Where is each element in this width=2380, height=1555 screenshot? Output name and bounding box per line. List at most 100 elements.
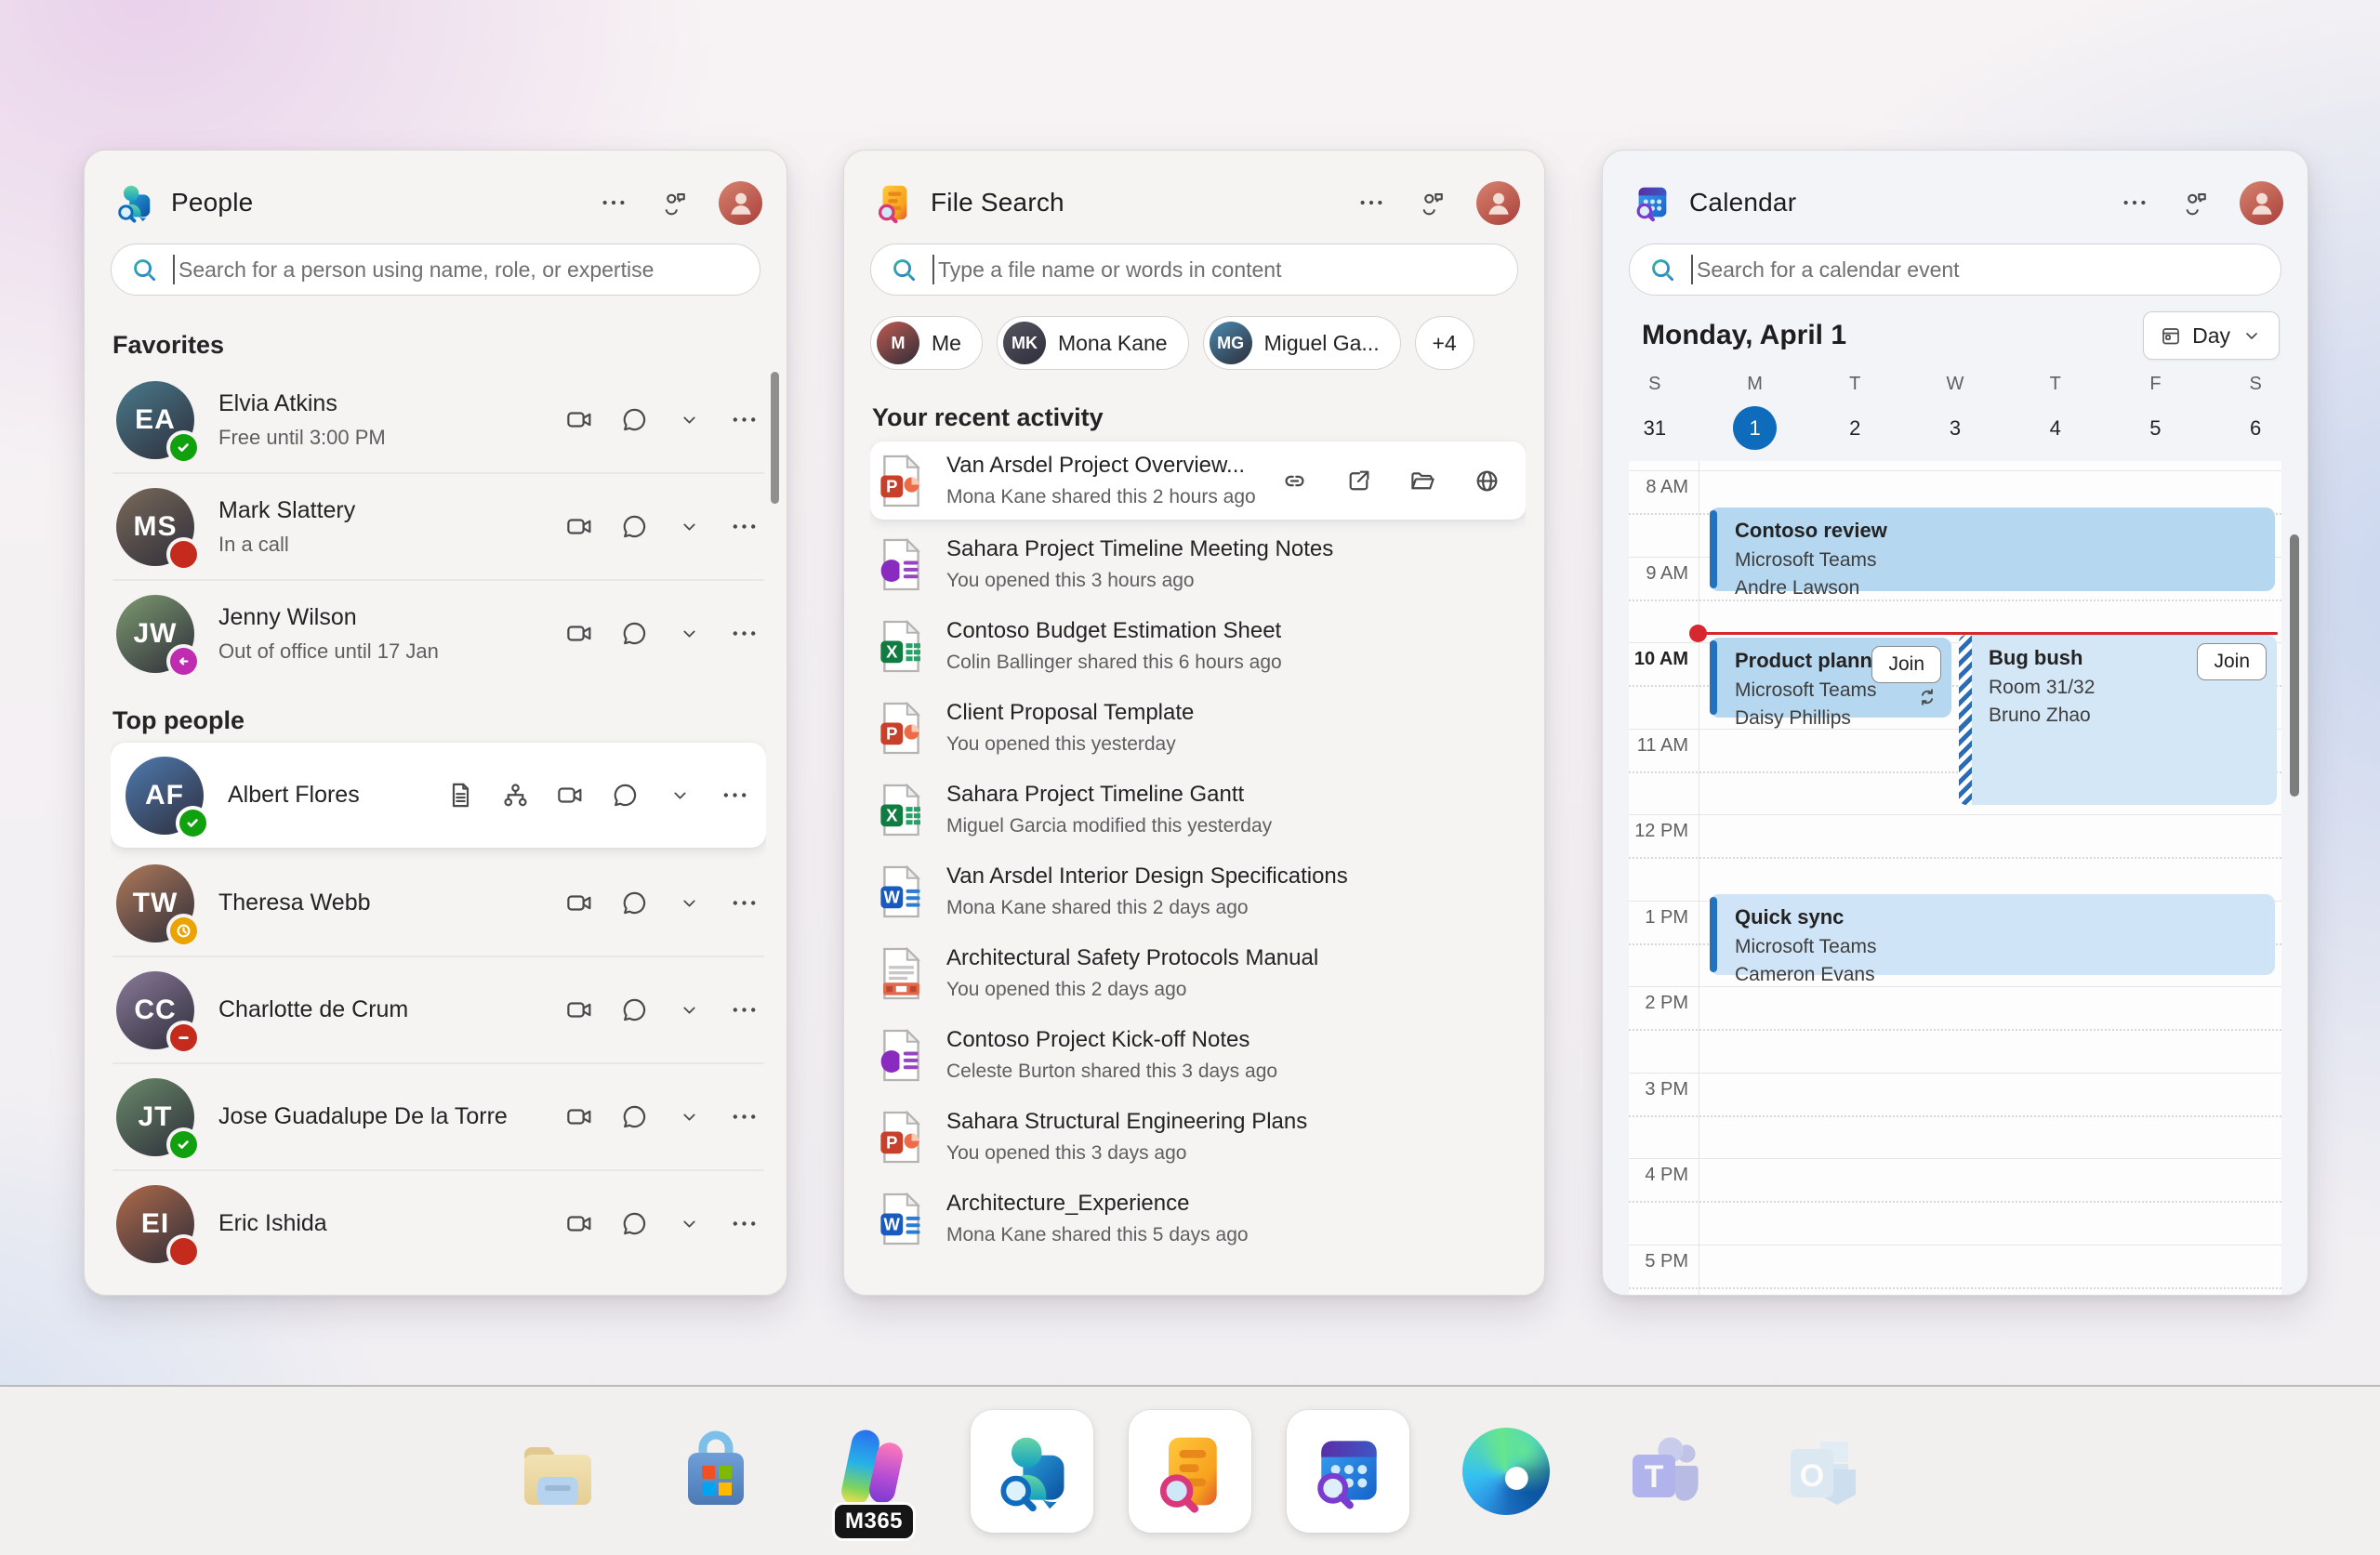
- more-button[interactable]: [727, 887, 760, 920]
- taskbar-app-teams[interactable]: T: [1585, 1387, 1743, 1555]
- video-call-button[interactable]: [562, 403, 596, 437]
- video-call-button[interactable]: [562, 1207, 596, 1241]
- taskbar-app-m365-copilot[interactable]: M365: [795, 1387, 953, 1555]
- file-row[interactable]: PSahara Structural Engineering PlansYou …: [870, 1096, 1526, 1178]
- more-button[interactable]: [1354, 185, 1389, 220]
- chevron-down-button[interactable]: [672, 403, 706, 437]
- more-button[interactable]: [727, 1100, 760, 1134]
- chat-button[interactable]: [617, 1100, 651, 1134]
- filter-chip[interactable]: MMe: [870, 316, 983, 370]
- video-call-button[interactable]: [562, 510, 596, 544]
- feedback-button[interactable]: [2178, 185, 2214, 220]
- view-selector-button[interactable]: Day: [2143, 311, 2280, 360]
- join-button[interactable]: Join: [1871, 646, 1941, 683]
- taskbar-app-edge-browser[interactable]: [1427, 1387, 1585, 1555]
- file-row[interactable]: Architectural Safety Protocols ManualYou…: [870, 932, 1526, 1014]
- filter-chip[interactable]: MGMiguel Ga...: [1203, 316, 1401, 370]
- account-avatar[interactable]: [1476, 181, 1520, 225]
- file-row[interactable]: PVan Arsdel Project Overview...Mona Kane…: [870, 441, 1526, 520]
- org-chart-button[interactable]: [498, 779, 532, 812]
- video-call-button[interactable]: [562, 1100, 596, 1134]
- document-button[interactable]: [443, 779, 477, 812]
- person-row[interactable]: TWTheresa Webb: [111, 850, 766, 955]
- calendar-scrollbar[interactable]: [2290, 534, 2299, 797]
- chat-button[interactable]: [617, 887, 651, 920]
- people-search-input[interactable]: Search for a person using name, role, or…: [111, 244, 760, 296]
- date-number[interactable]: 5: [2134, 406, 2177, 450]
- calendar-search-input[interactable]: Search for a calendar event: [1629, 244, 2281, 296]
- taskbar-app-people-app[interactable]: [953, 1387, 1111, 1555]
- chevron-down-button[interactable]: [672, 994, 706, 1027]
- week-day-2[interactable]: T2: [1805, 374, 1905, 450]
- video-call-button[interactable]: [562, 887, 596, 920]
- more-button[interactable]: [727, 510, 760, 544]
- file-row[interactable]: XContoso Budget Estimation SheetColin Ba…: [870, 605, 1526, 687]
- more-button[interactable]: [718, 779, 751, 812]
- taskbar-app-outlook[interactable]: O: [1743, 1387, 1901, 1555]
- link-button[interactable]: [1277, 464, 1311, 497]
- video-call-button[interactable]: [553, 779, 587, 812]
- file-search-input[interactable]: Type a file name or words in content: [870, 244, 1518, 296]
- more-button[interactable]: [727, 1207, 760, 1241]
- date-number[interactable]: 6: [2234, 406, 2278, 450]
- person-row[interactable]: AFAlbert Flores: [111, 743, 766, 848]
- calendar-event[interactable]: Product planningMicrosoft TeamsDaisy Phi…: [1710, 638, 1951, 717]
- taskbar-app-calendar-app[interactable]: [1269, 1387, 1427, 1555]
- more-button[interactable]: [596, 185, 631, 220]
- person-row[interactable]: EAElvia AtkinsFree until 3:00 PM: [111, 367, 766, 472]
- taskbar-app-file-explorer[interactable]: [479, 1387, 637, 1555]
- person-row[interactable]: JTJose Guadalupe De la Torre: [111, 1064, 766, 1169]
- feedback-button[interactable]: [657, 185, 693, 220]
- week-day-31[interactable]: S31: [1605, 374, 1705, 450]
- calendar-event[interactable]: Bug bushRoom 31/32Bruno ZhaoJoin: [1959, 635, 2277, 805]
- file-row[interactable]: WVan Arsdel Interior Design Specificatio…: [870, 850, 1526, 932]
- account-avatar[interactable]: [2240, 181, 2283, 225]
- chat-button[interactable]: [617, 403, 651, 437]
- chat-button[interactable]: [617, 510, 651, 544]
- chevron-down-button[interactable]: [672, 1207, 706, 1241]
- week-day-3[interactable]: W3: [1905, 374, 2005, 450]
- share-button[interactable]: [1342, 464, 1375, 497]
- date-number[interactable]: 3: [1933, 406, 1977, 450]
- more-button[interactable]: [2117, 185, 2152, 220]
- file-row[interactable]: XSahara Project Timeline GanttMiguel Gar…: [870, 769, 1526, 850]
- calendar-event[interactable]: Quick syncMicrosoft TeamsCameron Evans: [1710, 894, 2275, 975]
- more-button[interactable]: [727, 617, 760, 651]
- open-folder-button[interactable]: [1406, 464, 1439, 497]
- week-day-1[interactable]: M1: [1705, 374, 1805, 450]
- file-row[interactable]: Sahara Project Timeline Meeting NotesYou…: [870, 523, 1526, 605]
- filter-chip[interactable]: +4: [1415, 316, 1474, 370]
- date-number[interactable]: 2: [1833, 406, 1877, 450]
- date-number[interactable]: 1: [1733, 406, 1777, 450]
- calendar-event[interactable]: Contoso reviewMicrosoft TeamsAndre Lawso…: [1710, 507, 2275, 591]
- chevron-down-button[interactable]: [672, 617, 706, 651]
- account-avatar[interactable]: [719, 181, 762, 225]
- person-row[interactable]: EIEric Ishida: [111, 1171, 766, 1276]
- join-button[interactable]: Join: [2197, 643, 2267, 680]
- file-row[interactable]: PClient Proposal TemplateYou opened this…: [870, 687, 1526, 769]
- chevron-down-button[interactable]: [672, 887, 706, 920]
- filter-chip[interactable]: MKMona Kane: [997, 316, 1189, 370]
- chat-button[interactable]: [617, 1207, 651, 1241]
- video-call-button[interactable]: [562, 994, 596, 1027]
- taskbar-app-microsoft-store[interactable]: [637, 1387, 795, 1555]
- people-scrollbar[interactable]: [771, 372, 779, 504]
- file-row[interactable]: Contoso Project Kick-off NotesCeleste Bu…: [870, 1014, 1526, 1096]
- video-call-button[interactable]: [562, 617, 596, 651]
- date-number[interactable]: 4: [2033, 406, 2077, 450]
- chat-button[interactable]: [617, 617, 651, 651]
- more-button[interactable]: [727, 403, 760, 437]
- week-day-4[interactable]: T4: [2005, 374, 2106, 450]
- chat-button[interactable]: [608, 779, 641, 812]
- chevron-down-button[interactable]: [672, 1100, 706, 1134]
- more-button[interactable]: [727, 994, 760, 1027]
- chat-button[interactable]: [617, 994, 651, 1027]
- globe-button[interactable]: [1470, 464, 1503, 497]
- week-day-6[interactable]: S6: [2205, 374, 2306, 450]
- week-day-5[interactable]: F5: [2106, 374, 2206, 450]
- file-row[interactable]: WArchitecture_ExperienceMona Kane shared…: [870, 1178, 1526, 1259]
- person-row[interactable]: MSMark SlatteryIn a call: [111, 474, 766, 579]
- person-row[interactable]: JWJenny WilsonOut of office until 17 Jan: [111, 581, 766, 686]
- date-number[interactable]: 31: [1633, 406, 1676, 450]
- taskbar-app-file-search-app[interactable]: [1111, 1387, 1269, 1555]
